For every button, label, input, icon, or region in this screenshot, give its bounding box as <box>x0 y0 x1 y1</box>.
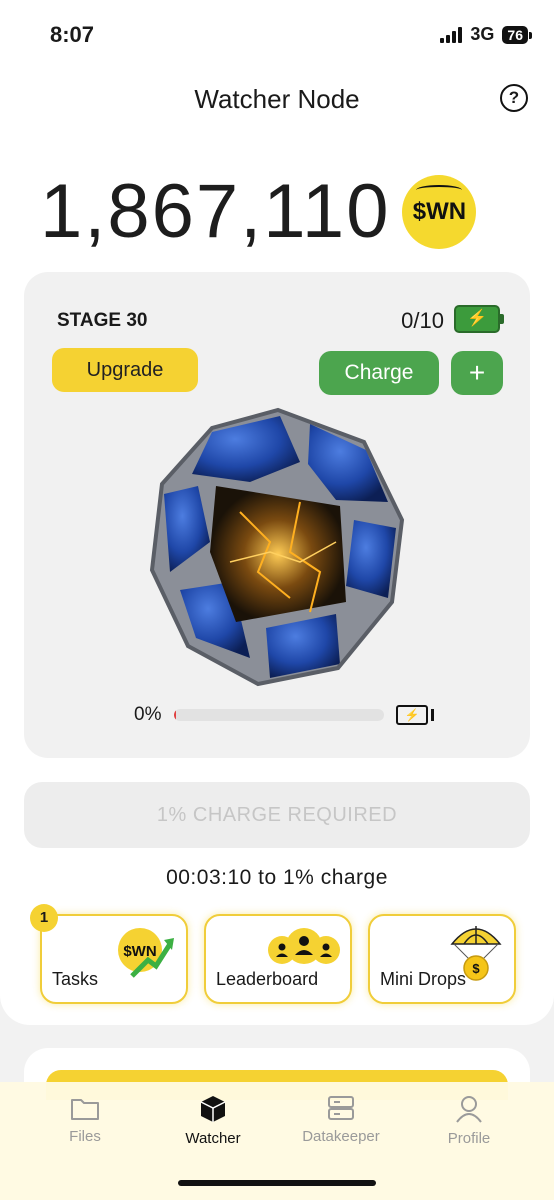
page-title: Watcher Node <box>194 84 360 114</box>
question-circle-icon[interactable]: ? <box>500 84 528 112</box>
tile-mini-drops[interactable]: $ Mini Drops <box>368 914 516 1004</box>
tile-label: Mini Drops <box>380 969 467 989</box>
tab-profile[interactable]: Profile <box>404 1094 534 1147</box>
server-icon <box>328 1096 354 1120</box>
tab-watcher[interactable]: Watcher <box>148 1094 278 1147</box>
tab-label: Files <box>69 1128 101 1145</box>
charge-button[interactable]: Charge <box>319 351 439 395</box>
stage-label: STAGE 30 <box>57 310 148 331</box>
status-time: 8:07 <box>50 22 95 47</box>
progress-percent: 0% <box>134 704 162 725</box>
status-indicators: 3G 76 <box>440 24 532 45</box>
cube-icon <box>200 1096 226 1122</box>
balance-amount: 1,867,110 <box>40 169 391 254</box>
charge-required-button[interactable]: 1% CHARGE REQUIRED <box>24 782 530 848</box>
tile-label: Leaderboard <box>216 969 319 989</box>
charge-timer: 00:03:10 to 1% charge <box>166 866 388 889</box>
wn-coin-icon: $WN <box>402 174 477 249</box>
tile-label: Tasks <box>52 969 99 989</box>
tab-label: Watcher <box>185 1130 241 1147</box>
user-icon <box>456 1096 482 1123</box>
tile-leaderboard[interactable]: Leaderboard <box>204 914 352 1004</box>
signal-icon <box>440 26 463 43</box>
network-type: 3G <box>470 24 495 44</box>
add-charge-button[interactable]: + <box>451 351 503 395</box>
battery-charge-icon: ⚡ <box>396 705 434 725</box>
upgrade-button[interactable]: Upgrade <box>52 348 198 392</box>
charge-progress-bar <box>174 709 384 721</box>
tab-label: Datakeeper <box>302 1128 380 1145</box>
tile-tasks[interactable]: 1 $WN Tasks <box>30 904 188 1004</box>
tab-datakeeper[interactable]: Datakeeper <box>276 1094 406 1145</box>
folder-icon <box>71 1099 99 1120</box>
main-panel: Watcher Node ? 1,867,110 $WN STAGE 30 0/… <box>0 60 554 1025</box>
battery-icon: 76 <box>502 25 532 44</box>
tab-files[interactable]: Files <box>20 1094 150 1145</box>
charged-battery-icon: ⚡ <box>454 305 504 333</box>
status-bar: 8:07 3G 76 <box>0 0 554 60</box>
drops-coin-label: $ <box>472 961 480 976</box>
watcher-node-image[interactable] <box>140 402 416 692</box>
charge-count: 0/10 <box>401 308 444 333</box>
feature-tiles: 1 $WN Tasks Leaderboard $ Mini Drops <box>30 904 516 1006</box>
progress-fill <box>174 709 177 721</box>
coin-label: $WN <box>412 197 467 225</box>
wn-coin-chart-icon: $WN <box>118 928 174 978</box>
leaderboard-users-icon <box>268 928 340 964</box>
tab-label: Profile <box>447 1130 491 1147</box>
home-indicator <box>178 1180 376 1186</box>
tasks-coin-label: $WN <box>123 943 156 960</box>
stage-card: STAGE 30 0/10 ⚡ Upgrade Charge + 0% ⚡ <box>24 272 530 758</box>
balance-row: 1,867,110 $WN <box>40 168 477 255</box>
tasks-badge: 1 <box>30 904 58 932</box>
